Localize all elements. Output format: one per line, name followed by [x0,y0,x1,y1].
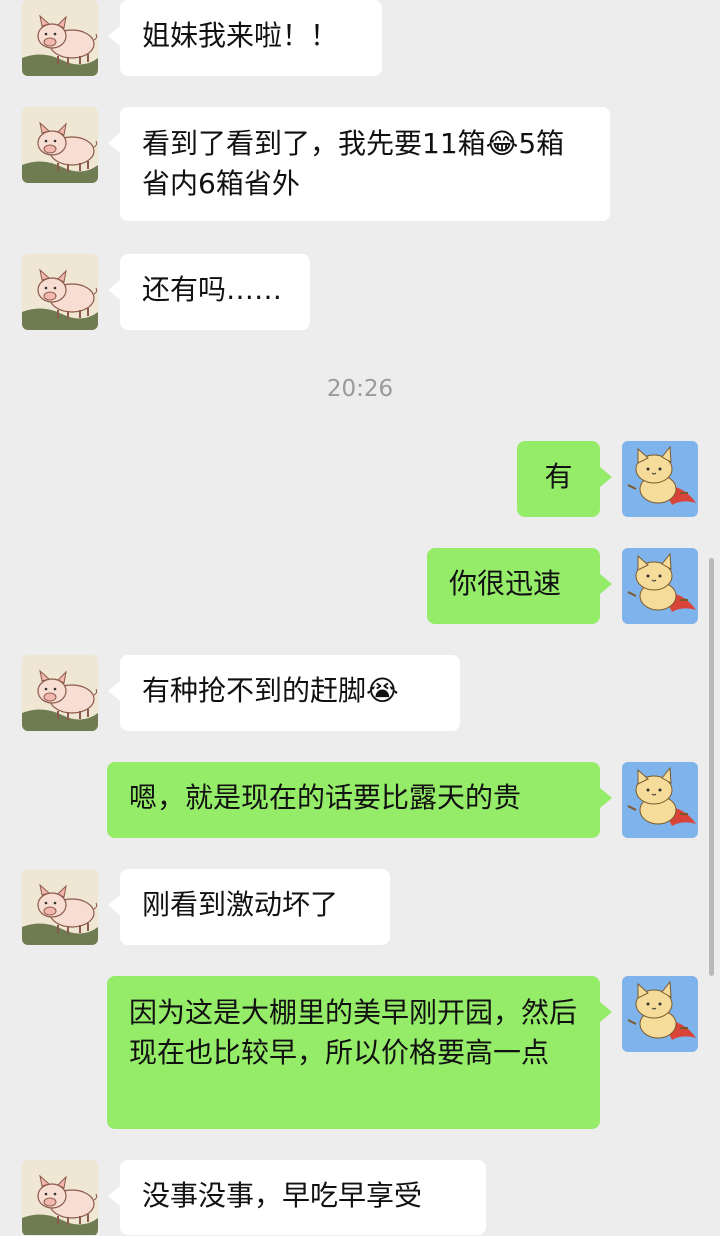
message-bubble-incoming[interactable]: 有种抢不到的赶脚😭 [108,655,460,731]
message-timestamp: 20:26 [326,376,394,402]
contact-avatar[interactable] [22,254,98,330]
message-bubble-outgoing[interactable]: 因为这是大棚里的美早刚开园，然后现在也比较早，所以价格要高一点 [107,976,612,1129]
message-text: 刚看到激动坏了 [142,888,339,921]
message-text: 嗯，就是现在的话要比露天的贵 [129,781,522,814]
message-bubble-outgoing[interactable]: 嗯，就是现在的话要比露天的贵 [107,762,612,838]
scrollbar[interactable] [709,558,714,976]
message-text: 有 [544,460,573,493]
contact-avatar[interactable] [22,1160,98,1236]
message-bubble-incoming[interactable]: 刚看到激动坏了 [108,869,390,945]
my-avatar[interactable] [622,762,698,838]
pig-avatar-icon [22,0,98,76]
pig-avatar-icon [22,254,98,330]
message-text: 还有吗…… [142,273,283,306]
message-bubble-incoming[interactable]: 还有吗…… [108,254,310,330]
pig-avatar-icon [22,107,98,183]
pig-avatar-icon [22,655,98,731]
my-avatar[interactable] [622,548,698,624]
message-bubble-incoming[interactable]: 看到了看到了，我先要11箱😂5箱省内6箱省外 [108,107,610,221]
cat-avatar-icon [622,441,698,517]
laughing-tears-emoji-icon: 😂 [485,127,519,160]
cat-avatar-icon [622,548,698,624]
message-bubble-outgoing[interactable]: 有 [517,441,612,517]
cat-avatar-icon [622,976,698,1052]
message-text: 你很迅速 [449,567,562,600]
cat-avatar-icon [622,762,698,838]
message-text: 有种抢不到的赶脚 [142,674,367,707]
contact-avatar[interactable] [22,0,98,76]
message-text: 因为这是大棚里的美早刚开园，然后现在也比较早，所以价格要高一点 [129,996,578,1069]
my-avatar[interactable] [622,441,698,517]
message-bubble-incoming[interactable]: 姐妹我来啦！！ [108,0,382,76]
message-text: 姐妹我来啦！！ [142,19,339,52]
contact-avatar[interactable] [22,107,98,183]
message-bubble-outgoing[interactable]: 你很迅速 [427,548,612,624]
pig-avatar-icon [22,869,98,945]
crying-emoji-icon: 😭 [366,674,399,707]
message-text: 看到了看到了，我先要11箱 [142,127,486,160]
contact-avatar[interactable] [22,869,98,945]
pig-avatar-icon [22,1160,98,1236]
message-bubble-incoming[interactable]: 没事没事，早吃早享受 [108,1160,486,1235]
contact-avatar[interactable] [22,655,98,731]
my-avatar[interactable] [622,976,698,1052]
message-text: 没事没事，早吃早享受 [142,1179,423,1212]
